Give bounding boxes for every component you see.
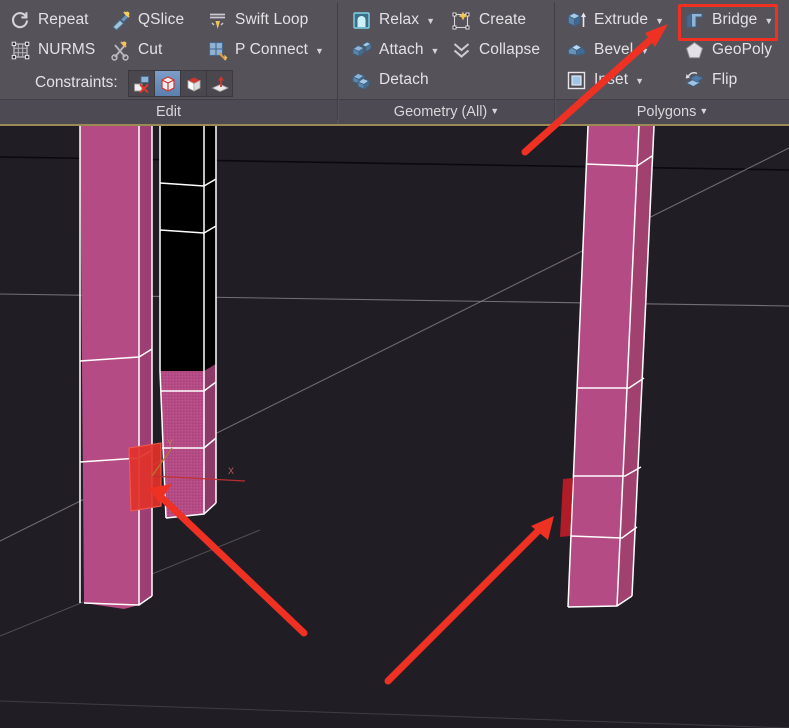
create-icon: [451, 10, 472, 31]
3d-viewport[interactable]: X Y: [0, 124, 789, 728]
modeling-ribbon: Repeat NURMS QSlice Cut Swift Loop P Con…: [0, 0, 789, 124]
ribbon-panel-polygons: Extrude ▼ Bevel ▼ Inset ▼ Bridge ▼ GeoPo…: [556, 0, 789, 124]
gizmo-y-label: Y: [167, 438, 173, 448]
ribbon-button-extrude[interactable]: Extrude ▼: [566, 6, 664, 34]
relax-icon: [351, 10, 372, 31]
constraint-face-button[interactable]: [181, 71, 207, 96]
ribbon-panel-edit: Repeat NURMS QSlice Cut Swift Loop P Con…: [0, 0, 337, 124]
geometry-column-left: [79, 126, 153, 609]
ribbon-button-nurms-label: NURMS: [38, 41, 96, 58]
ribbon-button-swift-loop[interactable]: Swift Loop: [207, 6, 308, 34]
ribbon-button-relax-label: Relax: [379, 11, 420, 28]
ribbon-button-collapse-label: Collapse: [479, 41, 541, 58]
swift-loop-icon: [207, 10, 228, 31]
chevron-down-icon[interactable]: ▼: [635, 76, 644, 86]
ribbon-button-repeat-label: Repeat: [38, 11, 89, 28]
ribbon-button-detach-label: Detach: [379, 71, 429, 88]
ribbon-button-collapse[interactable]: Collapse: [451, 36, 540, 64]
cut-icon: [110, 40, 131, 61]
ribbon-button-create-label: Create: [479, 11, 527, 28]
flip-icon: [684, 70, 705, 91]
ribbon-button-repeat[interactable]: Repeat: [10, 6, 89, 34]
nurms-icon: [10, 40, 31, 61]
ribbon-button-flip-label: Flip: [712, 71, 738, 88]
constraint-normal-button[interactable]: [207, 71, 232, 96]
ribbon-button-create[interactable]: Create: [451, 6, 526, 34]
bevel-icon: [566, 40, 587, 61]
ribbon-button-extrude-label: Extrude: [594, 11, 649, 28]
bridge-icon: [684, 10, 705, 31]
chevron-down-icon[interactable]: ▼: [426, 16, 435, 26]
detach-icon: [351, 70, 372, 91]
ribbon-button-relax[interactable]: Relax ▼: [351, 6, 435, 34]
ribbon-button-attach-label: Attach: [379, 41, 424, 58]
ribbon-panel-polygons-title: Polygons ▼: [556, 99, 789, 124]
ribbon-button-detach[interactable]: Detach: [351, 66, 429, 94]
ribbon-button-swift-loop-label: Swift Loop: [235, 11, 309, 28]
chevron-down-icon[interactable]: ▼: [655, 16, 664, 26]
ribbon-button-bevel[interactable]: Bevel ▼: [566, 36, 649, 64]
ribbon-button-qslice[interactable]: QSlice: [110, 6, 184, 34]
ribbon-button-p-connect[interactable]: P Connect ▼: [207, 36, 324, 64]
constraint-none-button[interactable]: [129, 71, 155, 96]
chevron-down-icon[interactable]: ▼: [699, 106, 708, 116]
chevron-down-icon[interactable]: ▼: [315, 46, 324, 56]
app-root: Repeat NURMS QSlice Cut Swift Loop P Con…: [0, 0, 789, 728]
constraints-label: Constraints:: [35, 74, 118, 91]
panel-divider-1-shadow: [337, 2, 338, 120]
ribbon-panel-edit-title-text: Edit: [156, 104, 181, 120]
ribbon-button-bevel-label: Bevel: [594, 41, 634, 58]
panel-divider-2-shadow: [554, 2, 555, 120]
ribbon-button-bridge[interactable]: Bridge ▼: [684, 6, 773, 34]
grid-line-lower: [0, 700, 789, 728]
ribbon-panel-geometry: Relax ▼ Attach ▼ Detach Create Collapse …: [339, 0, 554, 124]
collapse-icon: [451, 40, 472, 61]
geopoly-icon: [684, 40, 705, 61]
attach-icon: [351, 40, 372, 61]
ribbon-panel-geometry-title: Geometry (All) ▼: [339, 99, 554, 124]
repeat-icon: [10, 10, 31, 31]
inset-icon: [566, 70, 587, 91]
gizmo-x-label: X: [228, 466, 234, 476]
ribbon-button-inset[interactable]: Inset ▼: [566, 66, 644, 94]
ribbon-panel-edit-title: Edit: [0, 99, 337, 124]
selected-face-left: [129, 443, 161, 511]
ribbon-button-flip[interactable]: Flip: [684, 66, 737, 94]
ribbon-button-p-connect-label: P Connect: [235, 41, 308, 58]
ribbon-button-qslice-label: QSlice: [138, 11, 185, 28]
chevron-down-icon[interactable]: ▼: [640, 46, 649, 56]
qslice-icon: [110, 10, 131, 31]
ribbon-panel-geometry-title-text: Geometry (All): [393, 104, 488, 120]
geometry-column-right: [560, 126, 655, 608]
ribbon-button-inset-label: Inset: [594, 71, 629, 88]
chevron-down-icon[interactable]: ▼: [764, 16, 773, 26]
p-connect-icon: [207, 40, 228, 61]
ribbon-panel-polygons-title-text: Polygons: [636, 104, 697, 120]
ribbon-button-attach[interactable]: Attach ▼: [351, 36, 439, 64]
ribbon-button-nurms[interactable]: NURMS: [10, 36, 95, 64]
chevron-down-icon[interactable]: ▼: [490, 106, 499, 116]
ribbon-button-cut-label: Cut: [138, 41, 163, 58]
chevron-down-icon[interactable]: ▼: [431, 46, 440, 56]
viewport-scene: X Y: [0, 126, 789, 728]
ribbon-button-geopoly-label: GeoPoly: [712, 41, 773, 58]
constraints-button-group[interactable]: [128, 70, 233, 97]
extrude-icon: [566, 10, 587, 31]
ribbon-button-cut[interactable]: Cut: [110, 36, 162, 64]
constraint-edge-button[interactable]: [155, 71, 181, 96]
ribbon-button-bridge-label: Bridge: [712, 11, 758, 28]
ribbon-button-geopoly[interactable]: GeoPoly: [684, 36, 772, 64]
